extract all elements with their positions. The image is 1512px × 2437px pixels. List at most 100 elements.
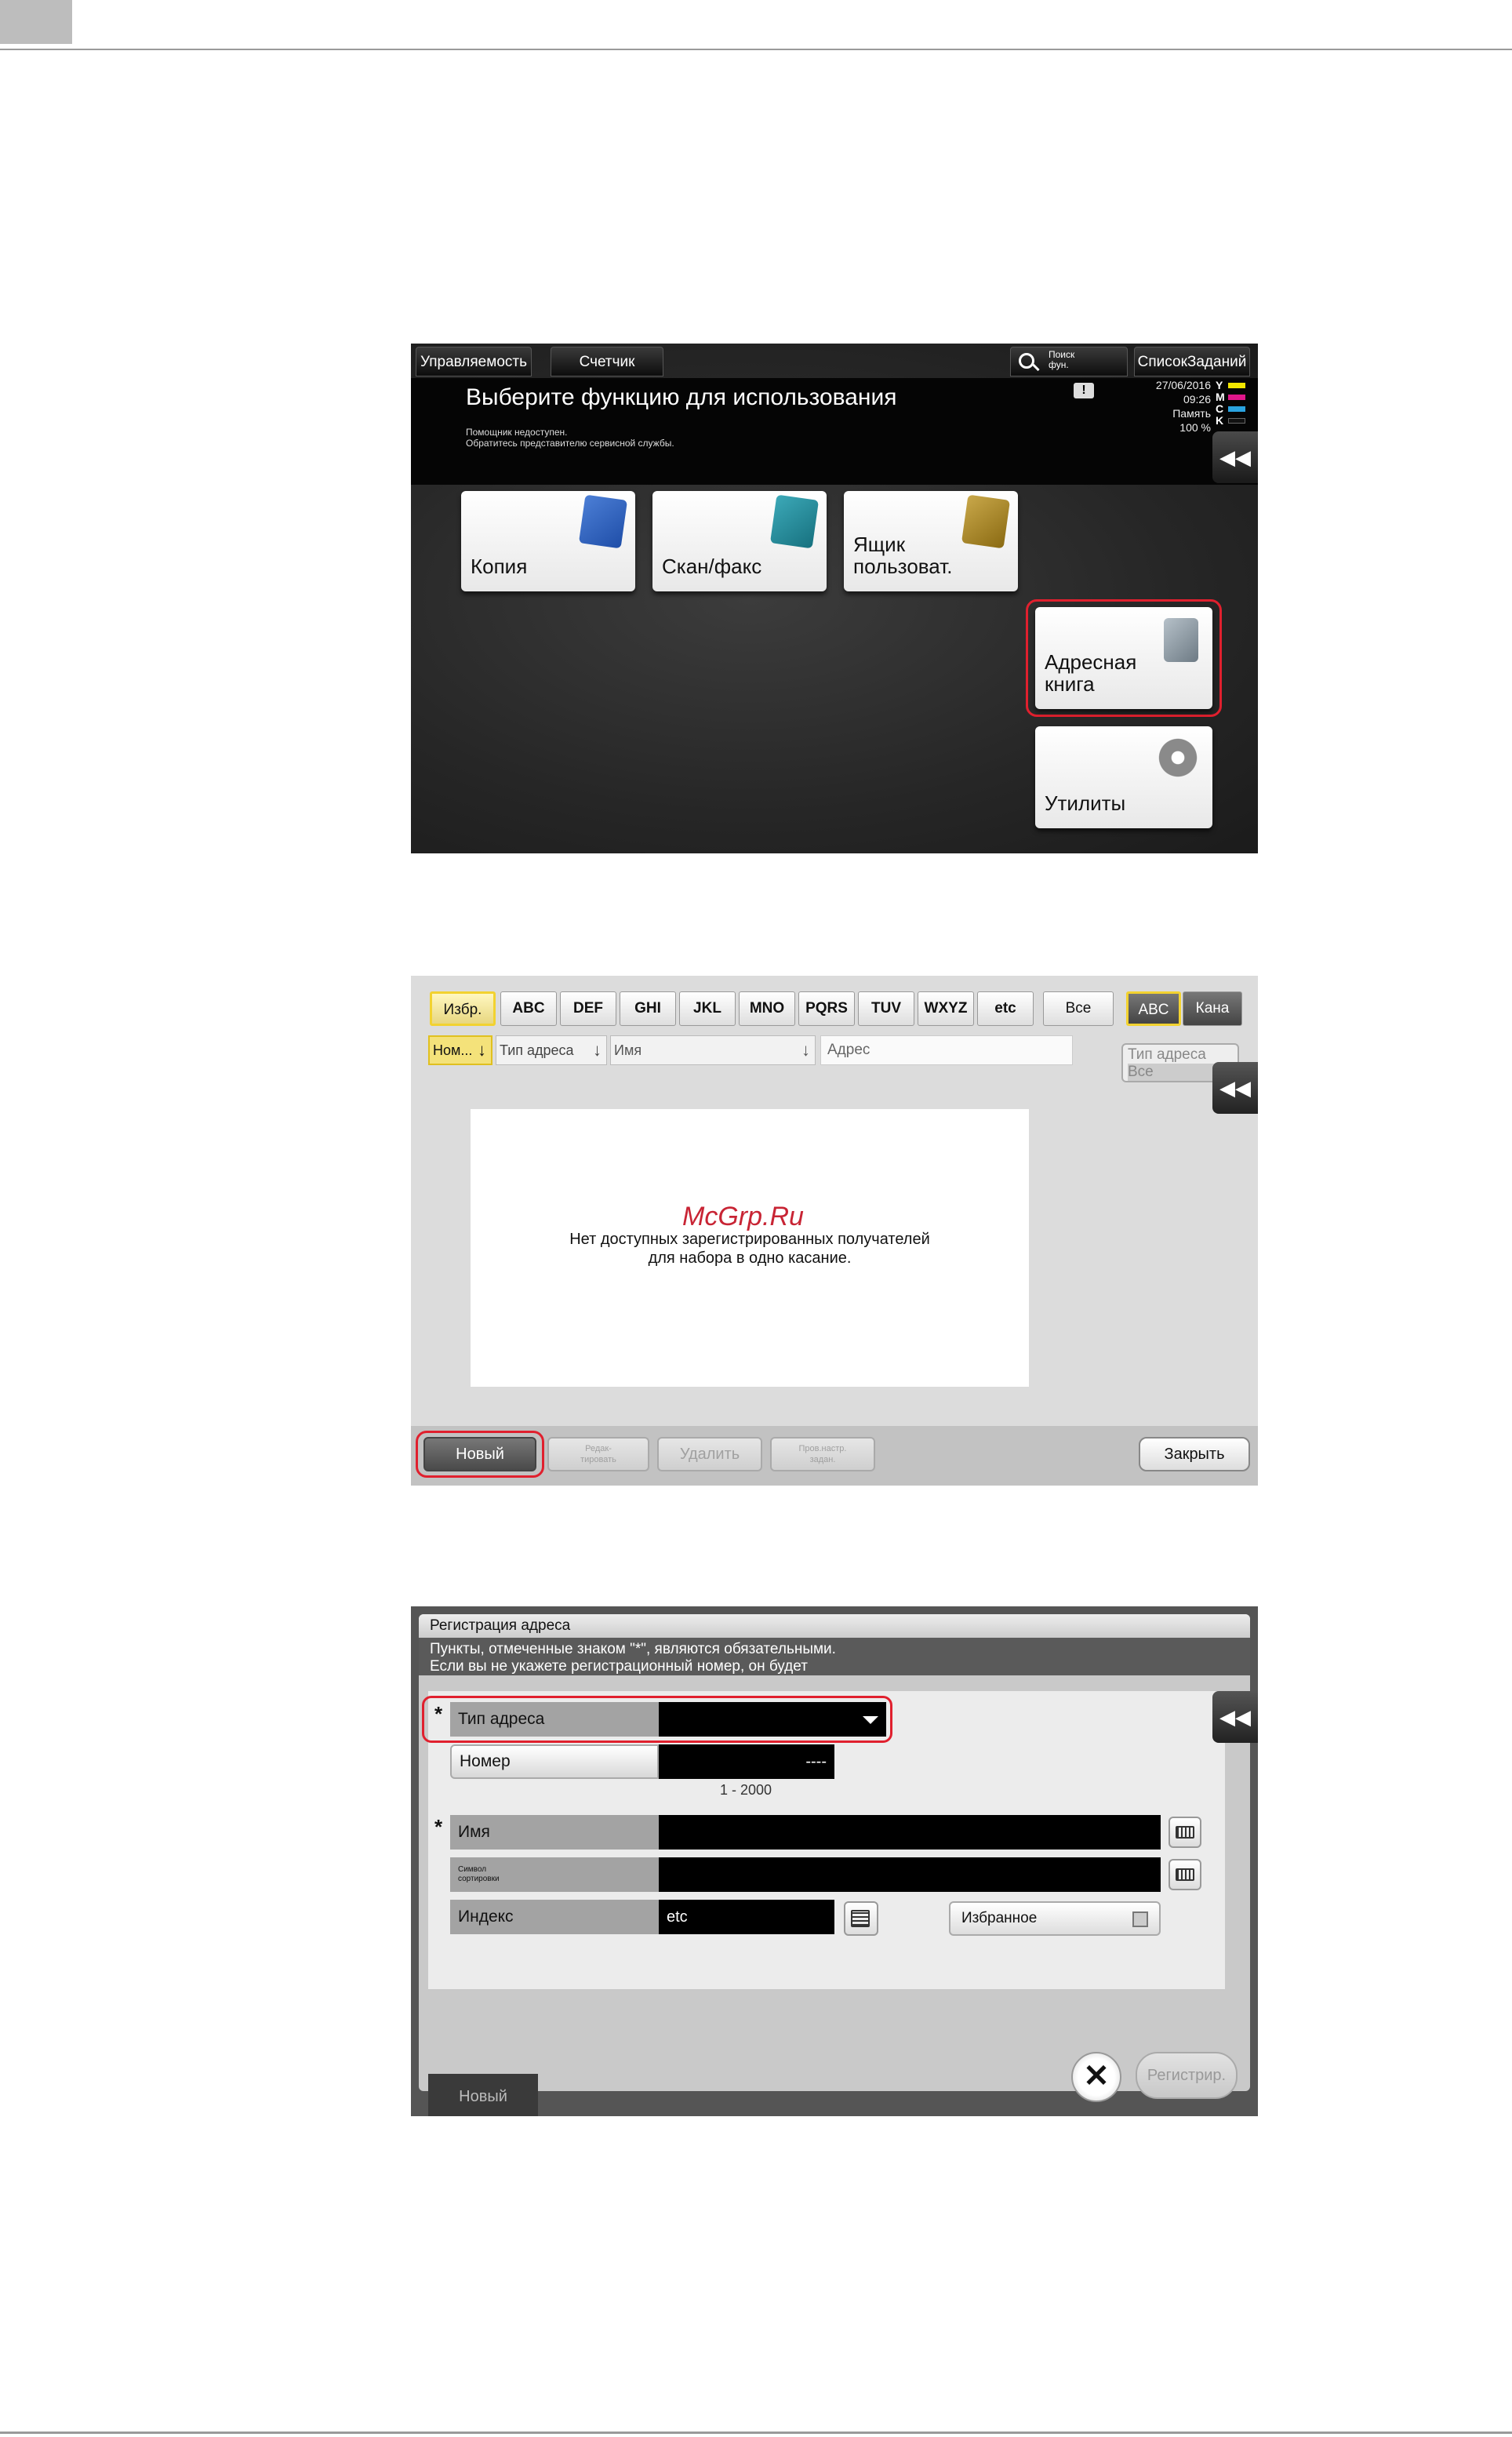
sort-name-header[interactable]: Имя ↓ [610, 1035, 816, 1065]
keyboard-icon[interactable] [1169, 1817, 1201, 1848]
register-address-screen: Регистрация адреса Пункты, отмеченные зн… [411, 1606, 1258, 2116]
tab-mno[interactable]: MNO [739, 991, 795, 1026]
search-label-1: Поиск [1049, 349, 1075, 360]
tab-pqrs[interactable]: PQRS [798, 991, 855, 1026]
tile-copy[interactable]: Копия [461, 491, 635, 591]
tile-address-book[interactable]: Адресная книга [1035, 607, 1212, 709]
tile-user-box-label: Ящик пользоват. [853, 533, 953, 578]
toner-label-y: Y [1216, 379, 1223, 391]
tab-all[interactable]: Все [1043, 991, 1114, 1026]
toner-label-c: C [1216, 402, 1224, 415]
tile-scan-fax-label: Скан/факс [662, 555, 762, 578]
toner-levels: Y M C K [1216, 380, 1247, 427]
number-field[interactable]: ---- [659, 1744, 834, 1779]
toggle-abc[interactable]: ABC [1126, 991, 1181, 1026]
status-message-line-1: Помощник недоступен. [466, 427, 568, 438]
search-function-button[interactable]: Поиск фун. [1010, 347, 1128, 376]
sort-arrow-icon: ↓ [478, 1040, 486, 1060]
favorite-toggle[interactable]: Избранное [949, 1901, 1161, 1936]
tile-address-book-label: Адресная книга [1045, 650, 1137, 696]
copy-icon [578, 494, 628, 549]
job-list-button[interactable]: СписокЗаданий [1134, 347, 1250, 376]
dialog-title: Регистрация адреса [419, 1614, 1250, 1638]
page-corner-marker [0, 0, 72, 44]
search-icon-handle [1032, 363, 1040, 372]
dropdown-arrow-icon [863, 1716, 878, 1724]
gear-icon [1156, 736, 1200, 780]
header-rule [0, 49, 1512, 50]
address-book-screen: Избр. ABC DEF GHI JKL MNO PQRS TUV WXYZ … [411, 976, 1258, 1486]
required-note: Пункты, отмеченные знаком "*", являются … [419, 1638, 1250, 1675]
sort-number-header[interactable]: Ном... ↓ [428, 1035, 492, 1065]
edit-button[interactable]: Редак-тировать [547, 1437, 649, 1471]
index-list-icon[interactable] [844, 1901, 878, 1936]
sort-character-field[interactable] [659, 1857, 1161, 1892]
check-job-settings-button[interactable]: Пров.настр. задан. [770, 1437, 875, 1471]
tab-manage[interactable]: Управляемость [416, 347, 532, 376]
search-icon [1019, 353, 1034, 369]
address-book-icon [1164, 618, 1198, 662]
close-icon[interactable]: ✕ [1071, 2052, 1121, 2102]
number-button[interactable]: Номер [450, 1744, 659, 1779]
register-button[interactable]: Регистрир. [1136, 2052, 1238, 2099]
favorite-checkbox[interactable] [1132, 1911, 1148, 1927]
empty-list-message: Нет доступных зарегистрированных получат… [569, 1231, 930, 1267]
user-box-icon [961, 494, 1011, 549]
home-header: Выберите функцию для использования Помощ… [411, 378, 1258, 485]
memory-value: 100 % [1179, 421, 1211, 434]
tab-abc[interactable]: ABC [500, 991, 557, 1026]
toner-label-k: K [1216, 414, 1224, 427]
toner-bar-m [1228, 395, 1245, 400]
tile-scan-fax[interactable]: Скан/факс [652, 491, 827, 591]
name-field[interactable] [659, 1815, 1161, 1850]
date: 27/06/2016 [1155, 379, 1211, 391]
status-message-line-2: Обратитесь представителю сервисной служб… [466, 438, 674, 449]
name-label: Имя [450, 1815, 659, 1850]
tab-ghi[interactable]: GHI [620, 991, 676, 1026]
back-tab[interactable]: ◀◀ [1212, 431, 1258, 483]
sort-type-header[interactable]: Тип адреса ↓ [496, 1035, 607, 1065]
delete-button[interactable]: Удалить [657, 1437, 762, 1471]
status-message: Помощник недоступен. Обратитесь представ… [466, 427, 674, 449]
tab-jkl[interactable]: JKL [679, 991, 736, 1026]
search-label-2: фун. [1049, 359, 1069, 370]
watermark: McGrp.Ru [682, 1202, 804, 1231]
tile-utilities[interactable]: Утилиты [1035, 726, 1212, 828]
tab-tuv[interactable]: TUV [858, 991, 914, 1026]
tile-copy-label: Копия [471, 555, 528, 578]
address-type-label: Тип адреса [450, 1702, 659, 1737]
toner-bar-y [1228, 383, 1245, 388]
footer-rule [0, 2432, 1512, 2434]
tab-counter[interactable]: Счетчик [551, 347, 663, 376]
keyboard-icon[interactable] [1169, 1859, 1201, 1890]
toner-bar-c [1228, 406, 1245, 412]
sort-arrow-icon: ↓ [801, 1040, 810, 1060]
toggle-kana[interactable]: Кана [1183, 991, 1242, 1026]
tile-user-box[interactable]: Ящик пользоват. [844, 491, 1018, 591]
sort-character-label: Символ сортировки [450, 1857, 659, 1892]
status-info: 27/06/2016 09:26 Память 100 % [1125, 378, 1211, 435]
page-title: Выберите функцию для использования [466, 384, 897, 410]
toner-label-m: M [1216, 391, 1225, 403]
new-button-background: Новый [428, 2074, 538, 2116]
new-button[interactable]: Новый [423, 1437, 536, 1471]
warning-icon[interactable]: ! [1074, 383, 1094, 398]
tab-wxyz[interactable]: WXYZ [918, 991, 974, 1026]
back-tab[interactable]: ◀◀ [1212, 1691, 1258, 1743]
index-field[interactable]: etc [659, 1900, 834, 1934]
memory-label: Память [1172, 407, 1211, 420]
close-button[interactable]: Закрыть [1139, 1437, 1250, 1471]
tab-def[interactable]: DEF [560, 991, 616, 1026]
required-star: * [434, 1702, 443, 1726]
recipient-list-area: McGrp.Ru Нет доступных зарегистрированны… [471, 1109, 1029, 1387]
scan-fax-icon [769, 494, 820, 549]
address-type-select[interactable] [659, 1702, 886, 1737]
home-screen: Управляемость Счетчик Поиск фун. СписокЗ… [411, 344, 1258, 853]
tab-etc[interactable]: etc [977, 991, 1034, 1026]
address-column-header: Адрес [820, 1035, 1073, 1065]
index-label: Индекс [450, 1900, 659, 1934]
sort-arrow-icon: ↓ [593, 1040, 602, 1060]
tile-utilities-label: Утилиты [1045, 791, 1126, 815]
tab-favorites[interactable]: Избр. [430, 991, 496, 1026]
back-tab[interactable]: ◀◀ [1212, 1062, 1258, 1114]
